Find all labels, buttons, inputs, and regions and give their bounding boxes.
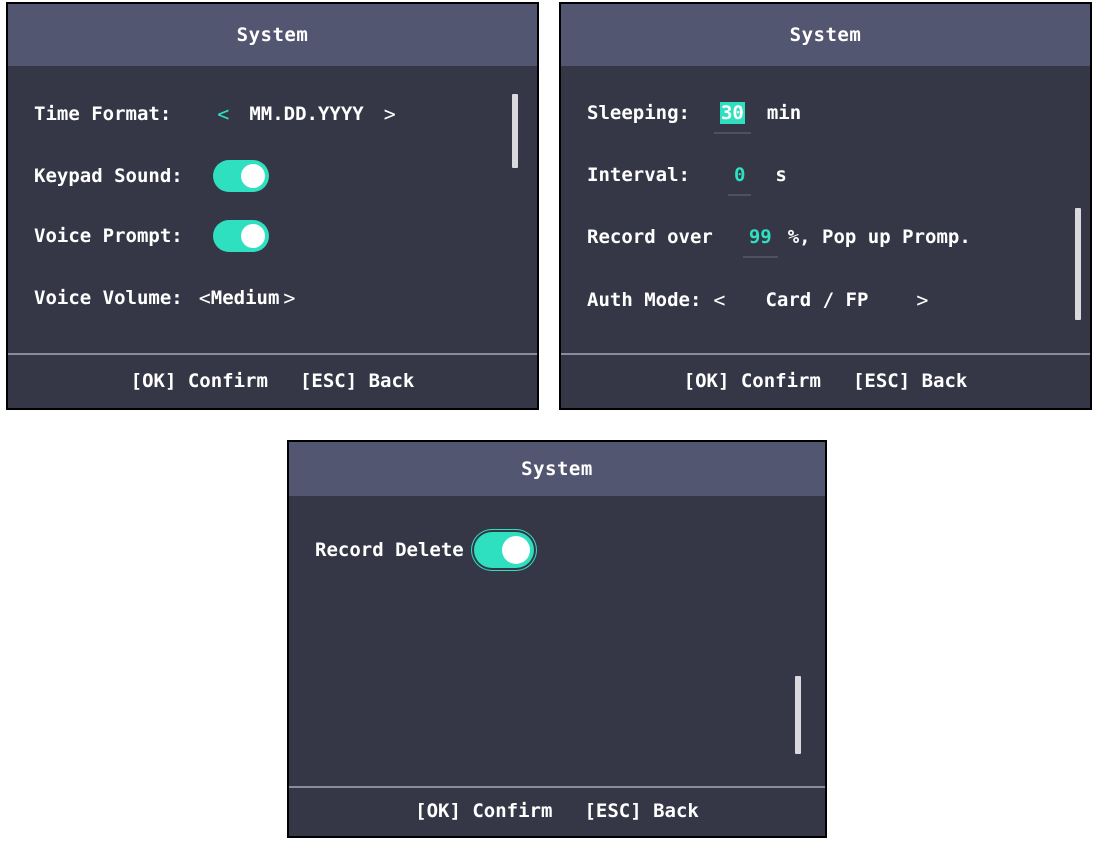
- page-title: System: [236, 24, 309, 46]
- esc-back-hint[interactable]: [ESC] Back: [584, 800, 698, 822]
- left-arrow-icon[interactable]: <: [713, 288, 725, 312]
- voice-prompt-row: Voice Prompt:: [34, 220, 269, 252]
- left-arrow-icon[interactable]: <: [199, 286, 211, 310]
- scrollbar[interactable]: [512, 94, 518, 168]
- sleeping-value: 30: [719, 102, 745, 124]
- ok-confirm-hint[interactable]: [OK] Confirm: [684, 370, 821, 392]
- keypad-sound-label: Keypad Sound:: [34, 165, 183, 187]
- sleeping-label: Sleeping:: [587, 102, 690, 124]
- auth-mode-row[interactable]: Auth Mode: < Card / FP >: [587, 288, 928, 312]
- title-bar: System: [8, 4, 537, 66]
- system-screen-1: System Time Format: < MM.DD.YYYY > Keypa…: [6, 2, 539, 410]
- system-screen-2: System Sleeping: 30 min Interval: 0 s Re…: [559, 2, 1092, 410]
- record-over-value: 99: [748, 226, 772, 248]
- sleeping-row: Sleeping: 30 min: [587, 102, 802, 134]
- right-arrow-icon[interactable]: >: [916, 288, 928, 312]
- title-bar: System: [289, 442, 825, 496]
- keypad-sound-row: Keypad Sound:: [34, 160, 269, 192]
- voice-volume-row[interactable]: Voice Volume: < Medium >: [34, 286, 295, 310]
- scrollbar[interactable]: [795, 676, 801, 754]
- voice-prompt-label: Voice Prompt:: [34, 225, 183, 247]
- interval-label: Interval:: [587, 164, 690, 186]
- keypad-sound-toggle[interactable]: [212, 160, 269, 192]
- interval-input[interactable]: 0: [727, 164, 753, 196]
- record-delete-toggle[interactable]: [473, 532, 534, 568]
- toggle-knob: [240, 224, 265, 248]
- interval-value: 0: [733, 164, 746, 186]
- toggle-knob: [501, 536, 530, 564]
- record-over-suffix: %, Pop up Promp.: [787, 226, 971, 248]
- voice-volume-label: Voice Volume:: [34, 287, 183, 309]
- voice-prompt-toggle[interactable]: [212, 220, 269, 252]
- page-title: System: [521, 458, 593, 480]
- interval-row: Interval: 0 s: [587, 164, 787, 196]
- record-over-label: Record over: [587, 226, 713, 248]
- esc-back-hint[interactable]: [ESC] Back: [853, 370, 967, 392]
- time-format-value: MM.DD.YYYY: [249, 103, 364, 125]
- interval-unit: s: [775, 164, 787, 186]
- scrollbar[interactable]: [1075, 208, 1081, 320]
- system-screen-3: System Record Delete [OK] Confirm [ESC] …: [287, 440, 827, 838]
- voice-volume-value: Medium: [210, 287, 280, 309]
- time-format-row[interactable]: Time Format: < MM.DD.YYYY >: [34, 102, 396, 126]
- right-arrow-icon[interactable]: >: [384, 102, 396, 126]
- footer: [OK] Confirm [ESC] Back: [8, 353, 537, 408]
- left-arrow-icon[interactable]: <: [217, 102, 229, 126]
- title-bar: System: [561, 4, 1090, 66]
- record-over-row: Record over 99 %, Pop up Promp.: [587, 226, 971, 258]
- auth-mode-value: Card / FP: [765, 289, 869, 311]
- record-delete-row: Record Delete: [315, 532, 534, 568]
- esc-back-hint[interactable]: [ESC] Back: [300, 370, 414, 392]
- auth-mode-label: Auth Mode:: [587, 289, 702, 311]
- footer: [OK] Confirm [ESC] Back: [561, 353, 1090, 408]
- sleeping-unit: min: [766, 102, 802, 124]
- ok-confirm-hint[interactable]: [OK] Confirm: [131, 370, 268, 392]
- ok-confirm-hint[interactable]: [OK] Confirm: [415, 800, 552, 822]
- record-over-input[interactable]: 99: [742, 226, 778, 258]
- toggle-knob: [240, 164, 265, 188]
- page-title: System: [789, 24, 862, 46]
- right-arrow-icon[interactable]: >: [283, 286, 295, 310]
- record-delete-label: Record Delete: [315, 539, 464, 561]
- footer: [OK] Confirm [ESC] Back: [289, 786, 825, 836]
- sleeping-input[interactable]: 30: [713, 102, 751, 134]
- time-format-label: Time Format:: [34, 103, 172, 125]
